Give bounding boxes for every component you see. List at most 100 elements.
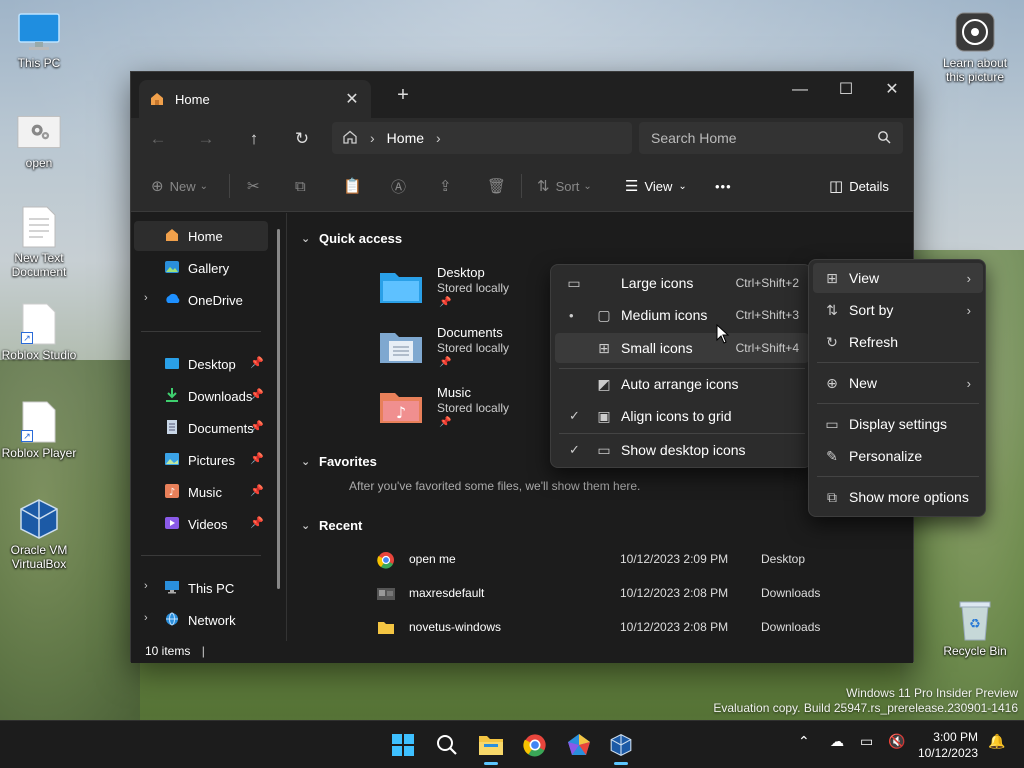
- sidebar-item-this-pc[interactable]: › This PC: [134, 573, 268, 603]
- sidebar-item-onedrive[interactable]: › OneDrive: [134, 285, 268, 315]
- chevron-down-icon[interactable]: ⌄: [301, 232, 310, 245]
- search-taskbar-button[interactable]: [430, 729, 464, 761]
- menu-item-refresh[interactable]: ↻ Refresh: [813, 327, 983, 357]
- tab-close-button[interactable]: ✕: [343, 89, 361, 109]
- desktop-icon-open[interactable]: open: [1, 110, 77, 170]
- close-window-button[interactable]: ✕: [869, 76, 915, 106]
- breadcrumb-home[interactable]: Home: [387, 130, 424, 146]
- status-bar: 10 items |: [131, 641, 913, 663]
- pin-icon[interactable]: 📌: [250, 516, 264, 529]
- gallery-icon: [164, 259, 182, 277]
- menu-item-new[interactable]: ⊕ New ›: [813, 368, 983, 398]
- paste-icon[interactable]: 📋: [343, 174, 368, 198]
- section-recent[interactable]: ⌄ Recent: [301, 518, 362, 533]
- clock[interactable]: 3:00 PM 10/12/2023: [918, 729, 978, 761]
- recent-row[interactable]: maxresdefault 10/12/2023 2:08 PM Downloa…: [377, 581, 877, 605]
- menu-item-show-desktop-icons[interactable]: ✓ ▭ Show desktop icons: [555, 435, 809, 465]
- pin-icon[interactable]: 📌: [250, 484, 264, 497]
- rename-icon[interactable]: Ⓐ: [391, 174, 412, 198]
- menu-item-large-icons[interactable]: ▭ Large icons Ctrl+Shift+2: [555, 268, 809, 298]
- sidebar-item-documents[interactable]: Documents 📌: [134, 413, 268, 443]
- quick-access-item-desktop[interactable]: Desktop Stored locally 📌: [379, 265, 559, 321]
- sidebar-item-desktop[interactable]: Desktop 📌: [134, 349, 268, 379]
- quick-access-item-music[interactable]: ♪ Music Stored locally 📌: [379, 385, 559, 441]
- new-button[interactable]: ⊕ New ⌄: [151, 174, 208, 198]
- menu-item-medium-icons[interactable]: • ▢ Medium icons Ctrl+Shift+3: [555, 300, 809, 330]
- desktop-icon-recycle-bin[interactable]: ♻ Recycle Bin: [937, 598, 1013, 658]
- share-icon[interactable]: ⇪: [439, 174, 458, 198]
- recent-row[interactable]: open me 10/12/2023 2:09 PM Desktop: [377, 547, 877, 571]
- maximize-button[interactable]: ☐: [823, 76, 869, 106]
- refresh-icon[interactable]: ↻: [287, 126, 317, 152]
- chevron-down-icon: ⌄: [678, 180, 687, 192]
- onedrive-cloud-icon[interactable]: ☁: [830, 733, 844, 750]
- chevron-right-icon[interactable]: ›: [370, 130, 375, 146]
- forward-arrow-icon[interactable]: →: [191, 126, 221, 152]
- recent-row[interactable]: novetus-windows 10/12/2023 2:08 PM Downl…: [377, 615, 877, 639]
- menu-item-show-more-options[interactable]: ⧉ Show more options: [813, 482, 983, 512]
- network-status-icon[interactable]: ▭: [860, 733, 873, 750]
- chevron-down-icon[interactable]: ⌄: [301, 519, 310, 532]
- menu-item-auto-arrange[interactable]: ◩ Auto arrange icons: [555, 369, 809, 399]
- desktop-icon-learn-about-picture[interactable]: Learn about this picture: [937, 10, 1013, 84]
- menu-item-small-icons[interactable]: ⊞ Small icons Ctrl+Shift+4: [555, 333, 809, 363]
- desktop-icon-roblox-studio[interactable]: ↗ Roblox Studio: [1, 302, 77, 362]
- quick-access-item-documents[interactable]: Documents Stored locally 📌: [379, 325, 559, 381]
- cut-icon[interactable]: ✂: [247, 174, 266, 198]
- section-quick-access[interactable]: ⌄ Quick access: [301, 231, 402, 246]
- menu-item-sort-by[interactable]: ⇅ Sort by ›: [813, 295, 983, 325]
- view-submenu: ▭ Large icons Ctrl+Shift+2 • ▢ Medium ic…: [550, 264, 812, 468]
- sidebar-item-downloads[interactable]: Downloads 📌: [134, 381, 268, 411]
- up-arrow-icon[interactable]: ↑: [239, 126, 269, 152]
- taskbar-chrome[interactable]: [518, 729, 552, 761]
- start-button[interactable]: [386, 729, 420, 761]
- home-outline-icon[interactable]: [342, 129, 358, 148]
- desktop-icon-this-pc[interactable]: This PC: [1, 10, 77, 70]
- pin-icon[interactable]: 📌: [250, 452, 264, 465]
- taskbar-virtualbox[interactable]: [604, 729, 638, 765]
- chevron-up-icon[interactable]: ⌃: [798, 733, 810, 750]
- new-tab-button[interactable]: +: [389, 84, 417, 108]
- details-button[interactable]: ◫ Details: [829, 174, 889, 198]
- volume-muted-icon[interactable]: 🔇: [888, 733, 905, 750]
- sort-button[interactable]: ⇅ Sort ⌄: [537, 174, 592, 198]
- sidebar-scrollbar[interactable]: [277, 229, 280, 589]
- pin-icon[interactable]: 📌: [250, 420, 264, 433]
- desktop-icon-virtualbox[interactable]: Oracle VM VirtualBox: [1, 497, 77, 571]
- delete-icon[interactable]: 🗑: [487, 174, 512, 198]
- minimize-button[interactable]: —: [777, 76, 823, 106]
- chevron-down-icon[interactable]: ⌄: [301, 455, 310, 468]
- sidebar-item-videos[interactable]: Videos 📌: [134, 509, 268, 539]
- sidebar-item-home[interactable]: Home: [134, 221, 268, 251]
- title-bar[interactable]: Home ✕ + — ☐ ✕: [131, 72, 913, 118]
- chevron-right-icon[interactable]: ›: [436, 130, 441, 146]
- taskbar-file-explorer[interactable]: [474, 729, 508, 765]
- expand-chevron-icon[interactable]: ›: [144, 612, 148, 624]
- taskbar-colorful-app[interactable]: [562, 729, 596, 761]
- sidebar-item-network[interactable]: › Network: [134, 605, 268, 635]
- menu-item-personalize[interactable]: ✎ Personalize: [813, 441, 983, 471]
- search-box[interactable]: [639, 122, 903, 154]
- tab-home[interactable]: Home ✕: [139, 80, 371, 118]
- menu-item-view[interactable]: ⊞ View ›: [813, 263, 983, 293]
- watermark-line1: Windows 11 Pro Insider Preview: [846, 686, 1018, 700]
- menu-item-display-settings[interactable]: ▭ Display settings: [813, 409, 983, 439]
- desktop-icon-new-text-document[interactable]: New Text Document: [1, 205, 77, 279]
- pin-icon[interactable]: 📌: [250, 356, 264, 369]
- notification-bell-icon[interactable]: 🔔: [988, 733, 1005, 750]
- more-options-button[interactable]: •••: [715, 174, 732, 198]
- expand-chevron-icon[interactable]: ›: [144, 292, 148, 304]
- address-bar[interactable]: › Home ›: [332, 122, 632, 154]
- copy-icon[interactable]: ⧉: [295, 174, 312, 198]
- search-input[interactable]: [651, 130, 877, 146]
- expand-chevron-icon[interactable]: ›: [144, 580, 148, 592]
- back-arrow-icon[interactable]: ←: [143, 126, 173, 152]
- view-button[interactable]: ☰ View ⌄: [625, 174, 687, 198]
- sidebar-item-pictures[interactable]: Pictures 📌: [134, 445, 268, 475]
- desktop-icon-roblox-player[interactable]: ↗ Roblox Player: [1, 400, 77, 460]
- section-favorites[interactable]: ⌄ Favorites: [301, 454, 377, 469]
- pin-icon[interactable]: 📌: [250, 388, 264, 401]
- menu-item-align-to-grid[interactable]: ✓ ▣ Align icons to grid: [555, 401, 809, 431]
- sidebar-item-music[interactable]: ♪ Music 📌: [134, 477, 268, 507]
- sidebar-item-gallery[interactable]: Gallery: [134, 253, 268, 283]
